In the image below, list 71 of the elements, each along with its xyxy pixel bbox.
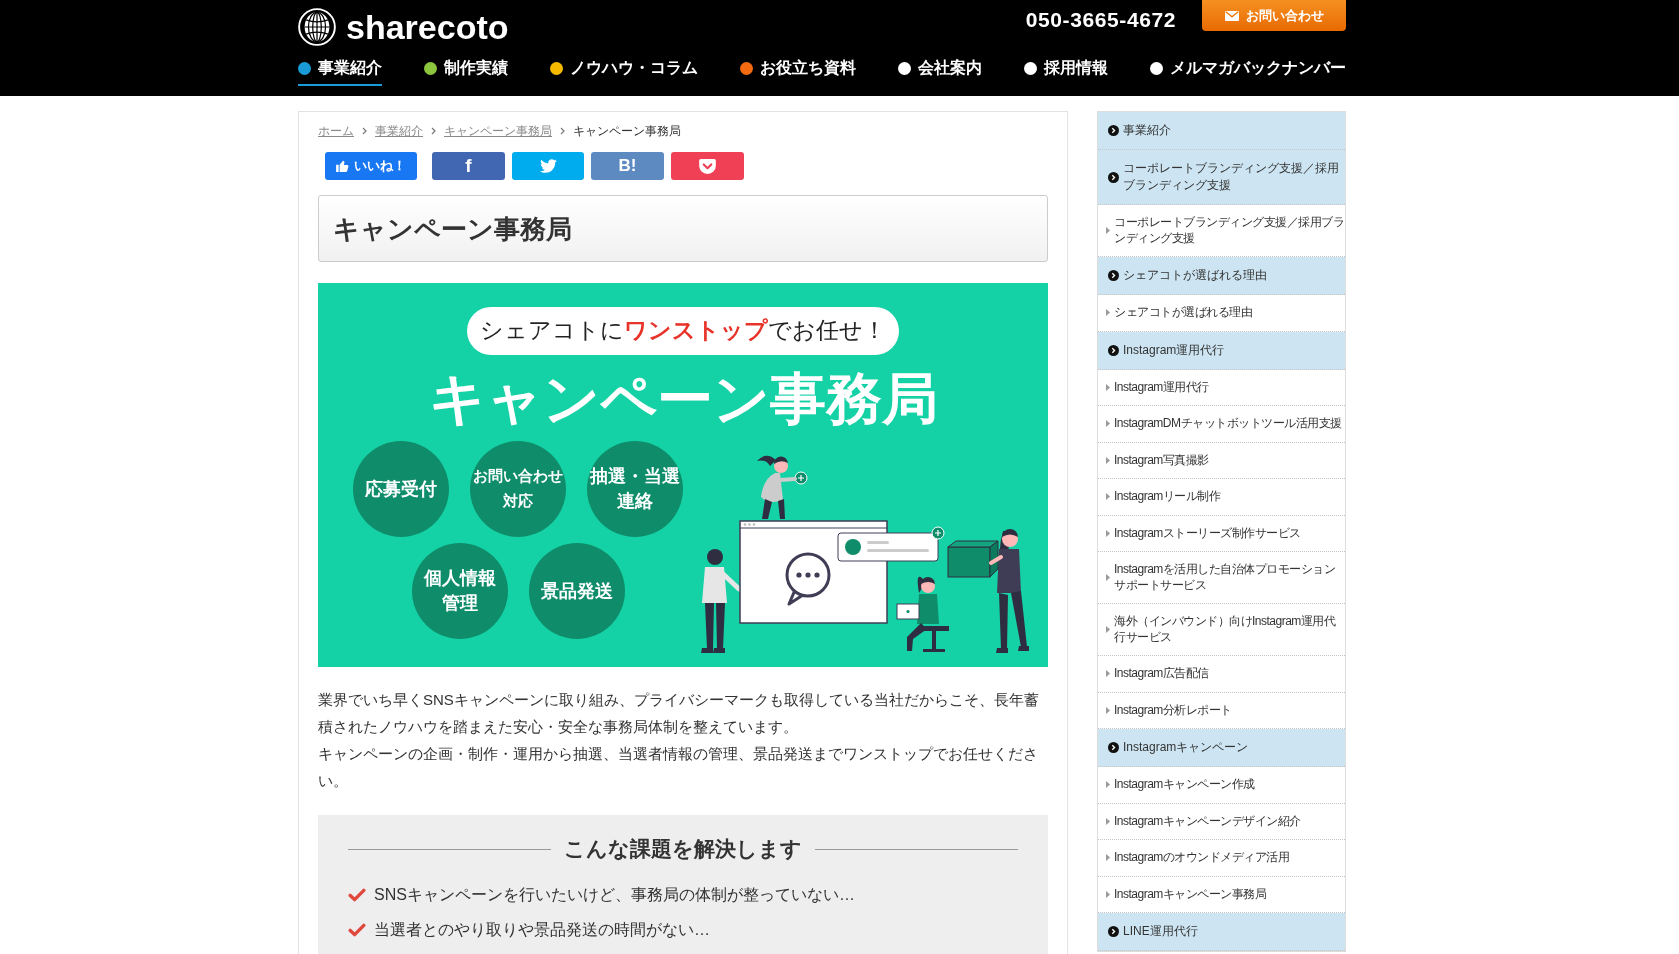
site-logo[interactable]: sharecoto: [346, 8, 509, 46]
like-button[interactable]: いいね！: [325, 152, 417, 180]
share-button[interactable]: B!: [591, 152, 664, 180]
intro-paragraph: キャンペーンの企画・制作・運用から抽選、当選者情報の管理、景品発送までワンストップでお任せください。: [318, 744, 1039, 791]
nav-link[interactable]: 事業紹介: [298, 52, 382, 86]
nav-link[interactable]: 会社案内: [898, 52, 982, 86]
breadcrumb-link[interactable]: ホーム: [318, 123, 354, 139]
sidebar-heading-link[interactable]: コーポレートブランディング支援／採用ブランディング支援: [1098, 150, 1345, 205]
share-button[interactable]: f: [432, 152, 505, 180]
triangle-icon: [1106, 420, 1110, 428]
triangle-icon: [1106, 309, 1110, 317]
sidebar-heading-link[interactable]: Instagramキャンペーン: [1098, 729, 1345, 767]
breadcrumb-link[interactable]: 事業紹介: [375, 123, 423, 139]
page-title: キャンペーン事務局: [333, 212, 572, 246]
nav-link[interactable]: ノウハウ・コラム: [550, 52, 698, 86]
mail-icon: [1224, 10, 1239, 21]
triangle-icon: [1106, 227, 1110, 234]
sidebar-heading-link[interactable]: LINE運用代行: [1098, 913, 1345, 951]
triangle-icon: [1106, 574, 1110, 581]
chevron-bullet-icon: [1108, 125, 1119, 136]
service-label: 連絡: [617, 490, 653, 513]
chevron-bullet-icon: [1108, 742, 1119, 753]
triangle-icon: [1106, 493, 1110, 501]
service-label: 応募受付: [365, 477, 437, 501]
triangle-icon: [1106, 706, 1110, 714]
chevron-bullet-icon: [1108, 171, 1119, 183]
triangle-icon: [1106, 529, 1110, 537]
issue-text: 当選者とのやり取りや景品発送の時間がない…: [374, 919, 710, 940]
chevron-bullet-icon: [1108, 270, 1119, 281]
issue-text: SNSキャンペーンを行いたいけど、事務局の体制が整っていない…: [374, 884, 855, 905]
chevron-icon: [362, 127, 367, 135]
sidebar-heading-link[interactable]: Instagram運用代行: [1098, 331, 1345, 370]
share-button[interactable]: [512, 152, 584, 180]
nav-link[interactable]: 制作実績: [424, 52, 508, 86]
triangle-icon: [1106, 383, 1110, 391]
check-icon: [348, 887, 366, 902]
triangle-icon: [1106, 456, 1110, 464]
service-label: 個人情報: [423, 567, 496, 590]
chevron-bullet-icon: [1108, 926, 1119, 937]
breadcrumb-current: キャンペーン事務局: [573, 123, 681, 139]
banner-title: キャンペーン事務局: [428, 369, 938, 429]
breadcrumb-link[interactable]: キャンペーン事務局: [444, 123, 552, 139]
thumbs-up-icon: [336, 160, 349, 172]
chevron-icon: [431, 127, 436, 135]
chevron-icon: [560, 127, 565, 135]
sidebar-heading-link[interactable]: 事業紹介: [1098, 112, 1345, 150]
tagline: シェアコトにワンストップでお任せ！: [467, 307, 899, 355]
triangle-icon: [1106, 626, 1110, 633]
phone-number: 050-3665-4672: [1025, 8, 1176, 32]
sidebar-heading-link[interactable]: シェアコトが選ばれる理由: [1098, 257, 1345, 295]
nav-link[interactable]: 採用情報: [1024, 52, 1108, 86]
chevron-bullet-icon: [1108, 344, 1119, 356]
nav-link[interactable]: メルマガバックナンバー: [1150, 52, 1346, 86]
pocket-icon: [699, 158, 716, 174]
service-label: 対応: [503, 492, 533, 511]
triangle-icon: [1106, 854, 1110, 862]
service-label: 抽選・当選: [590, 465, 680, 488]
triangle-icon: [1106, 890, 1110, 898]
share-button[interactable]: [671, 152, 744, 180]
bird-icon: [539, 159, 557, 173]
service-label: お問い合わせ: [473, 467, 563, 486]
nav-link[interactable]: お役立ち資料: [740, 52, 856, 86]
check-icon: [348, 922, 366, 937]
triangle-icon: [1106, 670, 1110, 678]
intro-paragraph: 業界でいち早くSNSキャンペーンに取り組み、プライバシーマークも取得している当社だからこそ、長年蓄積されたノウハウを踏まえた安心・安全な事務局体制を整えています。: [318, 690, 1040, 737]
issues-heading: こんな課題を解決します: [564, 836, 802, 863]
globe-logo-icon[interactable]: [298, 8, 336, 46]
triangle-icon: [1106, 817, 1110, 825]
service-label: 管理: [441, 592, 478, 615]
triangle-icon: [1106, 781, 1110, 789]
service-label: 景品発送: [540, 579, 613, 603]
